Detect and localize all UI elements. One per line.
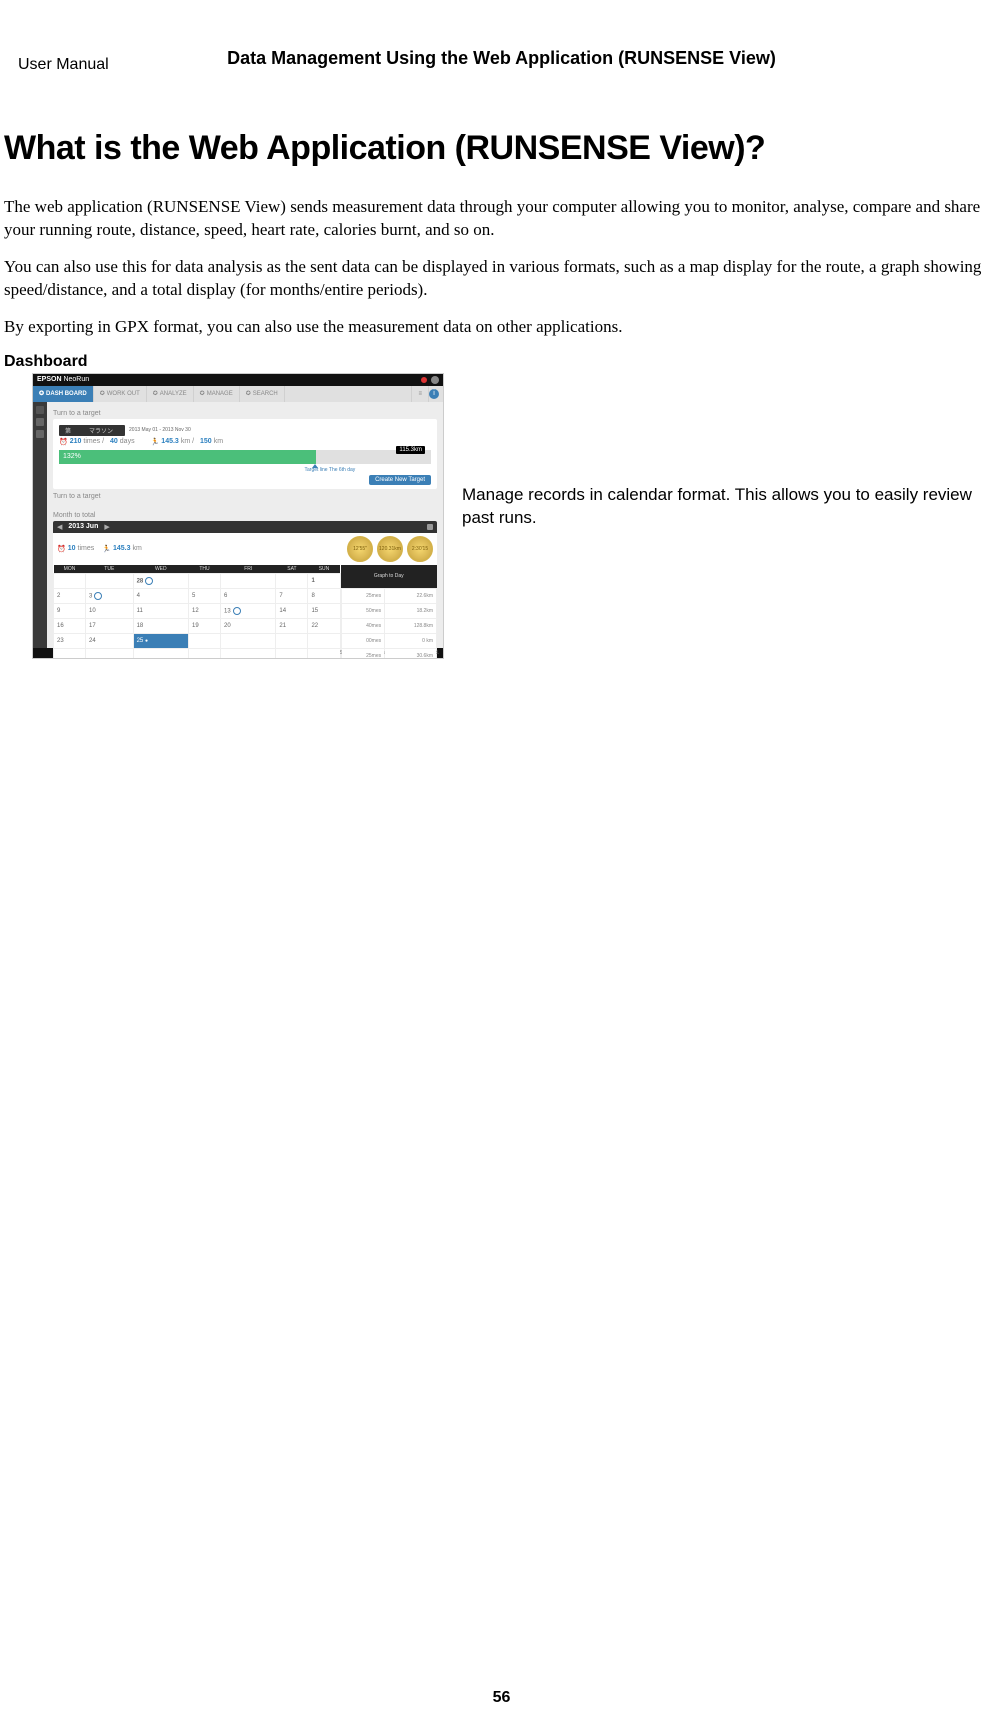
month-panel: ◀ 2013 Jun ▶ ⏰ 10 times 🏃 145.3 km 12'55…: [53, 521, 437, 659]
month-times: ⏰ 10 times: [57, 545, 94, 553]
section-title: Data Management Using the Web Applicatio…: [0, 48, 1003, 69]
doc-type-label: User Manual: [18, 56, 109, 74]
progress-bar: 132% 115.3km: [59, 450, 431, 464]
app-topbar: EPSON NeoRun: [33, 374, 443, 386]
rail-item-2[interactable]: [36, 418, 44, 426]
left-rail: [33, 402, 47, 648]
rail-item-3[interactable]: [36, 430, 44, 438]
progress-marker: 115.3km: [396, 446, 425, 454]
page-title: What is the Web Application (RUNSENSE Vi…: [4, 129, 1003, 168]
medal-distance: 120.31km: [377, 536, 403, 562]
dashboard-screenshot: EPSON NeoRun ✪ DASH BOARD ✪ WORK OUT ✪ A…: [32, 373, 444, 659]
tab-search[interactable]: ✪ SEARCH: [240, 386, 285, 402]
turn-to-target-label: Turn to a target: [53, 410, 437, 417]
info-icon[interactable]: i: [429, 389, 439, 399]
event-chip: 第 マラソン: [59, 425, 125, 436]
turn-to-target-label-2: Turn to a target: [53, 493, 437, 500]
main-nav: ✪ DASH BOARD ✪ WORK OUT ✪ ANALYZE ✪ MANA…: [33, 386, 443, 402]
page-number: 56: [0, 1689, 1003, 1707]
target-pointer-icon: [312, 464, 318, 468]
medal-pace: 12'55": [347, 536, 373, 562]
avatar-icon[interactable]: [431, 376, 439, 384]
month-label: 2013 Jun: [68, 523, 98, 530]
calendar-summary: Graph to Day 25mes22.6km 50mes18.2km 40m…: [341, 565, 438, 659]
month-distance: 🏃 145.3 km: [102, 545, 142, 553]
target-line-label: Target line The 6th day: [305, 467, 431, 473]
month-total-label: Month to total: [53, 512, 437, 519]
app-name: NeoRun: [63, 376, 89, 383]
screenshot-caption: Manage records in calendar format. This …: [462, 483, 982, 531]
notification-icon[interactable]: [421, 377, 427, 383]
create-target-button[interactable]: Create New Target: [369, 475, 431, 485]
progress-fill: 132%: [59, 450, 316, 464]
tab-analyze[interactable]: ✪ ANALYZE: [147, 386, 194, 402]
tab-manage[interactable]: ✪ MANAGE: [194, 386, 240, 402]
intro-paragraph-3: By exporting in GPX format, you can also…: [4, 316, 999, 339]
lock-icon: [427, 524, 433, 530]
dashboard-subhead: Dashboard: [4, 353, 1003, 371]
distance-metric: 🏃 145.3 km / 150 km: [151, 438, 223, 446]
list-toggle[interactable]: ≡: [411, 386, 429, 402]
rail-item-1[interactable]: [36, 406, 44, 414]
tab-dashboard[interactable]: ✪ DASH BOARD: [33, 386, 94, 402]
intro-paragraph-2: You can also use this for data analysis …: [4, 256, 999, 302]
target-panel: 第 マラソン 2013 May 01 - 2013 Nov 30 ⏰ 210 t…: [53, 419, 437, 489]
times-metric: ⏰ 210 times / 40 days: [59, 438, 135, 446]
brand-label: EPSON: [37, 376, 62, 383]
date-range: 2013 May 01 - 2013 Nov 30: [129, 427, 191, 433]
calendar: MONTUEWEDTHUFRISATSUN 281 2345678 910111…: [53, 565, 341, 659]
intro-paragraph-1: The web application (RUNSENSE View) send…: [4, 196, 999, 242]
medal-time: 2:30'15: [407, 536, 433, 562]
tab-workout[interactable]: ✪ WORK OUT: [94, 386, 147, 402]
medals: 12'55" 120.31km 2:30'15: [347, 536, 433, 562]
